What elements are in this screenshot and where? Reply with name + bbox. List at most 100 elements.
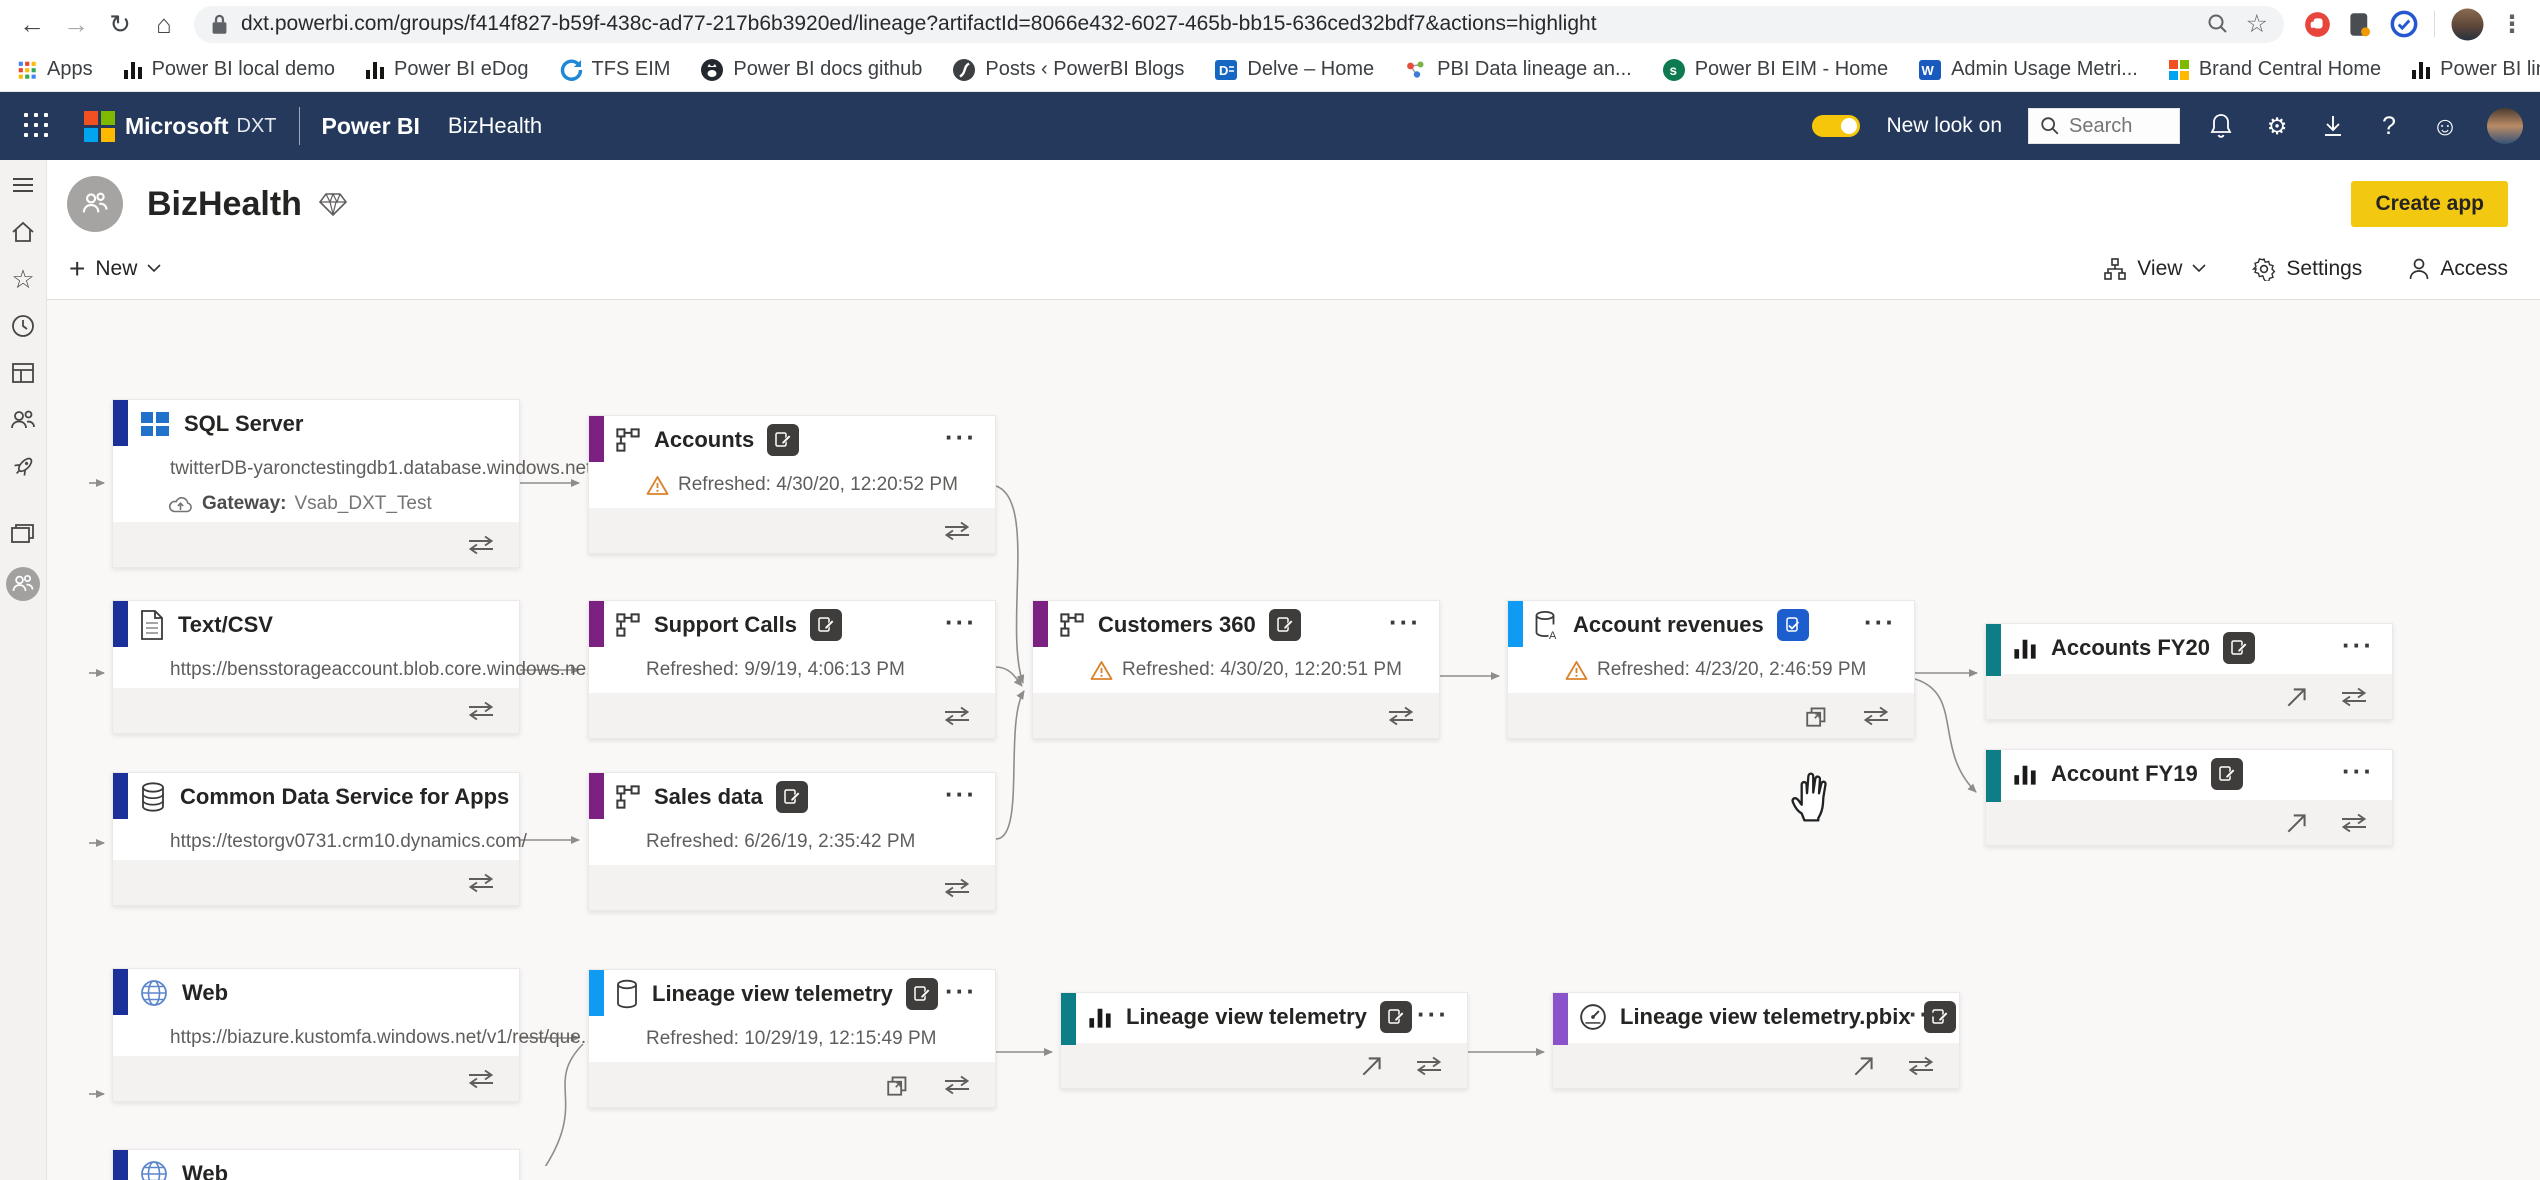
create-app-button[interactable]: Create app bbox=[2351, 181, 2508, 227]
app-label[interactable]: Power BI bbox=[322, 113, 420, 140]
zoom-page-icon[interactable] bbox=[2206, 12, 2230, 36]
open-icon[interactable] bbox=[1851, 1053, 1877, 1079]
more-options-button[interactable]: ··· bbox=[1864, 607, 1896, 638]
more-options-button[interactable]: ··· bbox=[2342, 630, 2374, 661]
bookmark-item[interactable]: PBI Data lineage an... bbox=[1404, 58, 1632, 82]
bookmark-star-icon[interactable]: ☆ bbox=[2246, 12, 2268, 37]
card-lvt-pbix[interactable]: Lineage view telemetry.pbix··· bbox=[1552, 992, 1960, 1089]
bookmark-item[interactable]: Apps bbox=[16, 58, 93, 81]
bookmark-item[interactable]: WAdmin Usage Metri... bbox=[1918, 58, 2138, 82]
more-options-button[interactable]: ··· bbox=[945, 422, 977, 453]
nav-recent-icon[interactable] bbox=[8, 311, 38, 341]
download-icon[interactable] bbox=[2318, 111, 2348, 141]
nav-shared-icon[interactable] bbox=[8, 405, 38, 435]
card-lvt-dataset[interactable]: Lineage view telemetryRefreshed: 10/29/1… bbox=[588, 969, 996, 1108]
refreshed-label: Refreshed: 10/29/19, 12:15:49 PM bbox=[646, 1028, 995, 1050]
card-accounts[interactable]: AccountsRefreshed: 4/30/20, 12:20:52 PM·… bbox=[588, 415, 996, 554]
card-web-1[interactable]: Webhttps://biazure.kustomfa.windows.net/… bbox=[112, 968, 520, 1102]
browser-menu-icon[interactable]: ⋮ bbox=[2500, 10, 2524, 39]
swap-icon[interactable] bbox=[465, 699, 497, 723]
more-options-button[interactable]: ··· bbox=[1389, 607, 1421, 638]
card-customers-360[interactable]: Customers 360Refreshed: 4/30/20, 12:20:5… bbox=[1032, 600, 1440, 739]
settings-gear-icon[interactable]: ⚙ bbox=[2262, 111, 2292, 141]
header-search-box[interactable] bbox=[2028, 108, 2180, 144]
nav-hamburger-icon[interactable] bbox=[8, 170, 38, 200]
swap-icon[interactable] bbox=[941, 519, 973, 543]
more-options-button[interactable]: ··· bbox=[945, 976, 977, 1007]
bookmark-item[interactable]: Power BI local demo bbox=[123, 58, 335, 81]
layers-icon[interactable] bbox=[885, 1072, 913, 1098]
card-accounts-fy20[interactable]: Accounts FY20··· bbox=[1985, 623, 2393, 720]
card-sales-data[interactable]: Sales dataRefreshed: 6/26/19, 2:35:42 PM… bbox=[588, 772, 996, 911]
more-options-button[interactable]: ··· bbox=[2342, 756, 2374, 787]
swap-icon[interactable] bbox=[465, 1067, 497, 1091]
extension-check-icon[interactable] bbox=[2390, 10, 2418, 38]
address-bar[interactable]: dxt.powerbi.com/groups/f414f827-b59f-438… bbox=[194, 6, 2284, 43]
more-options-button[interactable]: ··· bbox=[1909, 999, 1941, 1030]
card-support-calls[interactable]: Support CallsRefreshed: 9/9/19, 4:06:13 … bbox=[588, 600, 996, 739]
bookmark-item[interactable]: TFS EIM bbox=[559, 58, 671, 82]
card-sql-server[interactable]: SQL ServertwitterDB-yaronctestingdb1.dat… bbox=[112, 399, 520, 568]
bookmark-item[interactable]: DDelve – Home bbox=[1214, 58, 1374, 82]
back-icon[interactable]: ← bbox=[10, 4, 54, 44]
search-input[interactable] bbox=[2069, 115, 2169, 138]
feedback-smiley-icon[interactable]: ☺ bbox=[2430, 111, 2460, 141]
bookmark-item[interactable]: sPower BI EIM - Home bbox=[1662, 58, 1888, 82]
more-options-button[interactable]: ··· bbox=[945, 779, 977, 810]
nav-learn-icon[interactable] bbox=[8, 452, 38, 482]
open-icon[interactable] bbox=[2284, 810, 2310, 836]
url-text[interactable]: dxt.powerbi.com/groups/f414f827-b59f-438… bbox=[241, 12, 2190, 36]
notifications-bell-icon[interactable] bbox=[2206, 111, 2236, 141]
bookmark-item[interactable]: Power BI eDog bbox=[365, 58, 529, 81]
swap-icon[interactable] bbox=[1860, 704, 1892, 728]
swap-icon[interactable] bbox=[465, 871, 497, 895]
nav-apps-icon[interactable] bbox=[8, 358, 38, 388]
extension-adblock-icon[interactable] bbox=[2304, 11, 2331, 38]
card-lvt-report[interactable]: Lineage view telemetry··· bbox=[1060, 992, 1468, 1089]
swap-icon[interactable] bbox=[2338, 811, 2370, 835]
browser-profile-avatar[interactable] bbox=[2451, 8, 2484, 41]
swap-icon[interactable] bbox=[941, 1073, 973, 1097]
open-icon[interactable] bbox=[2284, 684, 2310, 710]
card-account-fy19[interactable]: Account FY19··· bbox=[1985, 749, 2393, 846]
swap-icon[interactable] bbox=[1905, 1054, 1937, 1078]
bookmark-label: Admin Usage Metri... bbox=[1951, 58, 2138, 81]
swap-icon[interactable] bbox=[1413, 1054, 1445, 1078]
card-account-revenues[interactable]: AAccount revenuesRefreshed: 4/23/20, 2:4… bbox=[1507, 600, 1915, 739]
header-workspace-label[interactable]: BizHealth bbox=[448, 113, 542, 139]
forward-icon[interactable]: → bbox=[54, 4, 98, 44]
swap-icon[interactable] bbox=[941, 876, 973, 900]
bookmark-item[interactable]: Brand Central Home bbox=[2168, 58, 2381, 81]
swap-icon[interactable] bbox=[1385, 704, 1417, 728]
card-cds[interactable]: Common Data Service for Appshttps://test… bbox=[112, 772, 520, 906]
swap-icon[interactable] bbox=[941, 704, 973, 728]
user-avatar[interactable] bbox=[2486, 107, 2524, 145]
card-web-2[interactable]: Web bbox=[112, 1149, 520, 1180]
nav-current-workspace-avatar[interactable] bbox=[5, 566, 41, 602]
nav-workspaces-icon[interactable] bbox=[8, 519, 38, 549]
bookmark-item[interactable]: Power BI lineage vi... bbox=[2411, 58, 2540, 81]
bookmark-item[interactable]: Posts ‹ PowerBI Blogs bbox=[952, 58, 1184, 82]
extension-dark-icon[interactable] bbox=[2347, 11, 2374, 38]
swap-icon[interactable] bbox=[465, 533, 497, 557]
reload-icon[interactable]: ↻ bbox=[98, 4, 142, 44]
more-options-button[interactable]: ··· bbox=[1417, 999, 1449, 1030]
waffle-icon[interactable] bbox=[24, 113, 50, 139]
open-icon[interactable] bbox=[1359, 1053, 1385, 1079]
swap-icon[interactable] bbox=[2338, 685, 2370, 709]
bookmark-item[interactable]: Power BI docs github bbox=[700, 58, 922, 82]
workspace-avatar bbox=[67, 176, 123, 232]
home-icon[interactable]: ⌂ bbox=[142, 4, 186, 44]
help-icon[interactable]: ? bbox=[2374, 111, 2404, 141]
nav-favorites-icon[interactable]: ☆ bbox=[8, 264, 38, 294]
card-text-csv[interactable]: Text/CSVhttps://bensstorageaccount.blob.… bbox=[112, 600, 520, 734]
view-button[interactable]: View bbox=[2103, 257, 2206, 281]
access-button[interactable]: Access bbox=[2408, 257, 2508, 281]
layers-icon[interactable] bbox=[1804, 703, 1832, 729]
lineage-canvas[interactable]: SQL ServertwitterDB-yaronctestingdb1.dat… bbox=[47, 300, 2540, 1180]
nav-home-icon[interactable] bbox=[8, 217, 38, 247]
more-options-button[interactable]: ··· bbox=[945, 607, 977, 638]
new-look-toggle[interactable] bbox=[1812, 115, 1860, 137]
new-button[interactable]: + New bbox=[69, 255, 161, 283]
settings-button[interactable]: Settings bbox=[2252, 257, 2362, 281]
